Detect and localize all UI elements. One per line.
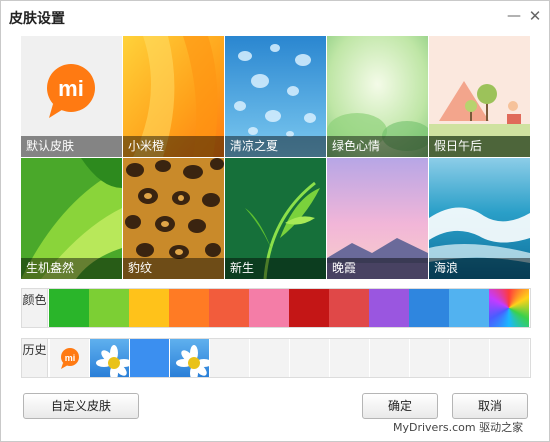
history-empty-slot — [329, 339, 369, 377]
skin-tile-vitality[interactable]: 生机盎然 — [21, 158, 122, 279]
skin-tile-sunset-glow[interactable]: 晚霞 — [327, 158, 428, 279]
color-swatch[interactable] — [209, 289, 249, 327]
color-swatch[interactable] — [489, 289, 529, 327]
color-swatch[interactable] — [169, 289, 209, 327]
skin-label: 晚霞 — [327, 258, 428, 279]
skin-label: 新生 — [225, 258, 326, 279]
color-swatch[interactable] — [449, 289, 489, 327]
color-swatch[interactable] — [49, 289, 89, 327]
history-empty-slot — [249, 339, 289, 377]
skin-label: 生机盎然 — [21, 258, 122, 279]
mi-logo-text: mi — [58, 76, 84, 101]
skin-tile-green-mood[interactable]: 绿色心情 — [327, 36, 428, 157]
skin-tile-default[interactable]: mi 默认皮肤 — [21, 36, 122, 157]
history-empty-slot — [409, 339, 449, 377]
watermark: MyDrivers.com 驱动之家 — [393, 421, 524, 434]
skin-label: 假日午后 — [429, 136, 530, 157]
ok-button[interactable]: 确定 — [362, 393, 438, 419]
skin-tile-waves[interactable]: 海浪 — [429, 158, 530, 279]
history-empty-slot — [209, 339, 249, 377]
history-item-blue[interactable] — [129, 339, 169, 377]
color-swatch[interactable] — [329, 289, 369, 327]
skin-tile-leopard[interactable]: 豹纹 — [123, 158, 224, 279]
skin-settings-window: 皮肤设置 — ✕ mi 默认皮肤 小米橙 清凉之夏 绿色心情 假日午后 生机盎然… — [0, 0, 550, 442]
skin-label: 默认皮肤 — [21, 136, 122, 157]
skin-tile-new-life[interactable]: 新生 — [225, 158, 326, 279]
skin-label: 豹纹 — [123, 258, 224, 279]
color-row: 颜色 — [21, 288, 531, 328]
mi-logo-text: mi — [65, 353, 76, 363]
daisy-image — [176, 345, 209, 377]
color-swatch[interactable] — [89, 289, 129, 327]
skin-tile-holiday-afternoon[interactable]: 假日午后 — [429, 36, 530, 157]
color-swatch[interactable] — [129, 289, 169, 327]
skin-tile-xiaomi-orange[interactable]: 小米橙 — [123, 36, 224, 157]
color-row-title: 颜色 — [22, 289, 48, 327]
color-swatch[interactable] — [369, 289, 409, 327]
cancel-button[interactable]: 取消 — [452, 393, 528, 419]
history-empty-slot — [489, 339, 529, 377]
skin-grid: mi 默认皮肤 小米橙 清凉之夏 绿色心情 假日午后 生机盎然 豹纹 新生 晚霞… — [21, 36, 531, 279]
history-item-default[interactable]: mi — [49, 339, 89, 377]
close-icon[interactable]: ✕ — [525, 6, 545, 26]
mi-chat-bubble-icon: mi — [61, 348, 79, 369]
color-swatch[interactable] — [289, 289, 329, 327]
history-item-daisy[interactable] — [89, 339, 129, 377]
history-item-daisy[interactable] — [169, 339, 209, 377]
title-bar: 皮肤设置 — ✕ — [1, 1, 549, 33]
window-title: 皮肤设置 — [9, 11, 65, 27]
history-empty-slot — [449, 339, 489, 377]
history-row-title: 历史 — [22, 339, 48, 377]
skin-label: 绿色心情 — [327, 136, 428, 157]
daisy-image — [96, 345, 129, 377]
skin-label: 海浪 — [429, 258, 530, 279]
color-swatch[interactable] — [409, 289, 449, 327]
custom-skin-button[interactable]: 自定义皮肤 — [23, 393, 139, 419]
skin-label: 清凉之夏 — [225, 136, 326, 157]
minimize-icon[interactable]: — — [504, 6, 524, 26]
history-empty-slot — [369, 339, 409, 377]
history-row: 历史 mi — [21, 338, 531, 378]
color-swatch[interactable] — [249, 289, 289, 327]
skin-label: 小米橙 — [123, 136, 224, 157]
history-empty-slot — [289, 339, 329, 377]
skin-tile-summer[interactable]: 清凉之夏 — [225, 36, 326, 157]
